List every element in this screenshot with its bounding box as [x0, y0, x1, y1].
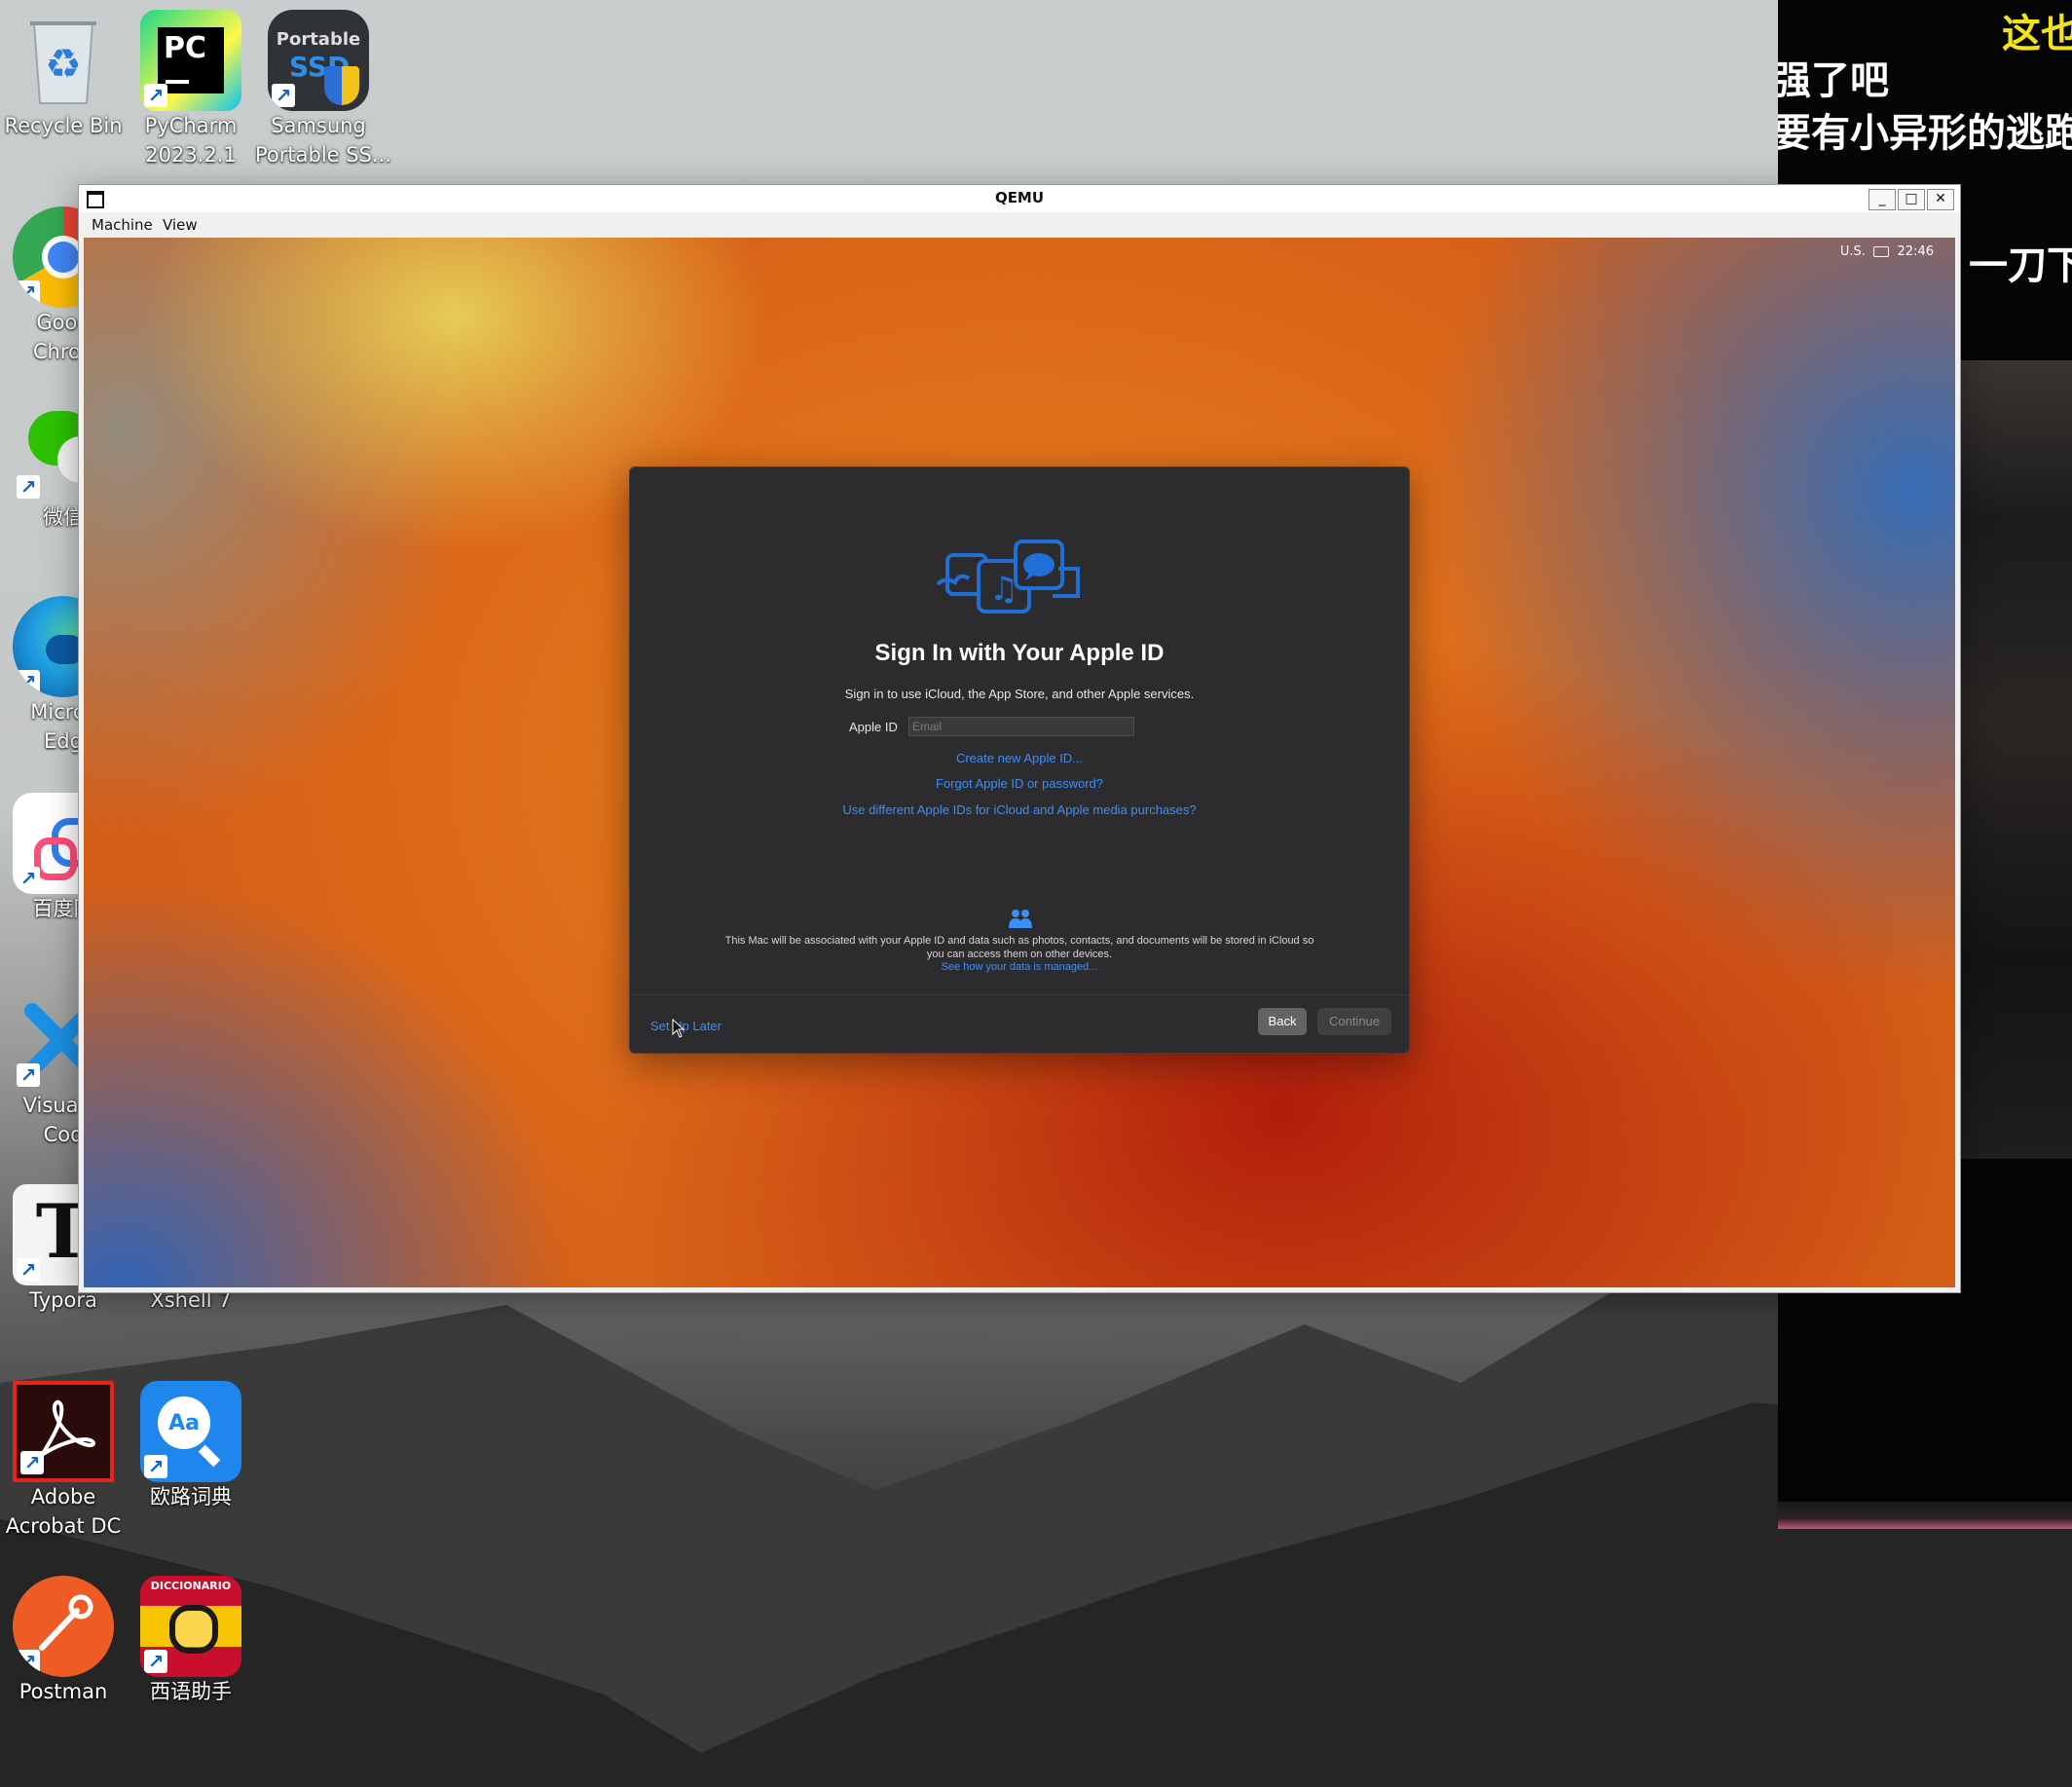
icon-label: PyCharm — [144, 114, 238, 137]
video-subtitle: 强了吧 — [1778, 58, 1889, 103]
desktop-icon-recycle-bin[interactable]: ♻ Recycle Bin — [0, 10, 127, 140]
shortcut-arrow-icon: ↗ — [17, 867, 40, 890]
window-title: QEMU — [994, 189, 1045, 206]
video-subtitle: 一刀下 — [1969, 243, 2072, 288]
privacy-people-icon — [1009, 910, 1032, 928]
icon-label: Postman — [18, 1680, 108, 1703]
video-subtitle: 这也 — [2002, 12, 2072, 56]
icon-label: Samsung — [271, 114, 366, 137]
eudic-icon: Aa ↗ — [140, 1381, 241, 1482]
icon-label: Acrobat DC — [5, 1514, 122, 1538]
see-data-managed-link[interactable]: See how your data is managed... — [630, 961, 1409, 973]
samsung-badge-top: Portable — [276, 29, 361, 50]
spanish-dict-icon: DICCIONARIO ↗ — [140, 1576, 241, 1677]
set-up-later-button[interactable]: Set Up Later — [650, 1019, 722, 1033]
pycharm-icon: PC ↗ — [140, 10, 241, 111]
keyboard-layout-label: U.S. — [1839, 244, 1866, 259]
shortcut-arrow-icon: ↗ — [17, 1258, 40, 1282]
qemu-menubar: Machine View — [79, 212, 1960, 238]
desktop-icon-postman[interactable]: ↗ Postman — [0, 1576, 127, 1706]
dialog-subtitle: Sign in to use iCloud, the App Store, an… — [844, 687, 1195, 701]
qemu-titlebar[interactable]: QEMU _ □ ✕ — [79, 185, 1960, 212]
forgot-apple-id-link[interactable]: Forgot Apple ID or password? — [630, 776, 1409, 791]
qemu-window[interactable]: QEMU _ □ ✕ Machine View U.S. 22:46 ♫ Sig… — [78, 184, 1961, 1293]
back-button[interactable]: Back — [1258, 1008, 1307, 1035]
shortcut-arrow-icon: ↗ — [17, 670, 40, 693]
apple-services-icon: ♫ — [936, 540, 1080, 614]
keyboard-layout-indicator[interactable]: U.S. — [1840, 244, 1889, 259]
dialog-title: Sign In with Your Apple ID — [874, 640, 1165, 666]
pycharm-badge: PC — [164, 31, 207, 65]
shortcut-arrow-icon: ↗ — [17, 1063, 40, 1087]
privacy-notice: This Mac will be associated with your Ap… — [724, 935, 1314, 960]
desktop-icon-acrobat[interactable]: ↗ Adobe Acrobat DC — [0, 1381, 127, 1541]
create-apple-id-link[interactable]: Create new Apple ID... — [630, 751, 1409, 765]
shortcut-arrow-icon: ↗ — [17, 280, 40, 304]
menu-machine[interactable]: Machine — [92, 216, 153, 234]
eudic-badge: Aa — [168, 1411, 200, 1435]
desktop-icon-eudic[interactable]: Aa ↗ 欧路词典 — [128, 1381, 254, 1511]
video-subtitle: 要有小异形的逃跑 — [1778, 111, 2072, 156]
desktop-icon-pycharm[interactable]: PC ↗ PyCharm 2023.2.1 — [128, 10, 254, 169]
desktop-icon-spanish-dict[interactable]: DICCIONARIO ↗ 西语助手 — [128, 1576, 254, 1706]
shortcut-arrow-icon: ↗ — [144, 84, 167, 107]
keyboard-icon — [1873, 246, 1889, 257]
apple-id-label: Apple ID — [849, 720, 898, 734]
apple-id-email-field[interactable] — [908, 717, 1134, 736]
icon-label: Recycle Bin — [4, 114, 123, 137]
close-button[interactable]: ✕ — [1927, 189, 1954, 210]
guest-screen[interactable]: U.S. 22:46 ♫ Sign In with Your Apple ID … — [84, 238, 1955, 1287]
video-frame — [1961, 360, 2072, 1159]
shortcut-arrow-icon: ↗ — [17, 475, 40, 499]
different-apple-ids-link[interactable]: Use different Apple IDs for iCloud and A… — [630, 802, 1409, 817]
apple-id-signin-dialog: ♫ Sign In with Your Apple ID Sign in to … — [629, 466, 1410, 1054]
maximize-button[interactable]: □ — [1898, 189, 1925, 210]
shortcut-arrow-icon: ↗ — [20, 1451, 44, 1474]
clock: 22:46 — [1897, 244, 1934, 259]
acrobat-icon: ↗ — [13, 1381, 114, 1482]
shortcut-arrow-icon: ↗ — [144, 1455, 167, 1478]
video-waveform — [1778, 1502, 2072, 1529]
shortcut-arrow-icon: ↗ — [144, 1650, 167, 1673]
shortcut-arrow-icon: ↗ — [272, 84, 295, 107]
desktop-icon-samsung-ssd[interactable]: Portable SSD ↗ Samsung Portable SS... — [255, 10, 391, 169]
shortcut-arrow-icon: ↗ — [17, 1650, 40, 1673]
continue-button[interactable]: Continue — [1317, 1008, 1391, 1035]
samsung-ssd-icon: Portable SSD ↗ — [268, 10, 369, 111]
icon-label: 2023.2.1 — [145, 143, 237, 167]
spanish-dict-badge: DICCIONARIO — [150, 1580, 232, 1592]
dialog-footer-divider — [630, 994, 1409, 995]
mouse-cursor-icon — [672, 1019, 685, 1038]
icon-label: 欧路词典 — [150, 1485, 232, 1508]
menu-view[interactable]: View — [163, 216, 198, 234]
icon-label: 西语助手 — [150, 1680, 232, 1703]
svg-text:♻: ♻ — [45, 40, 82, 88]
icon-label: Adobe — [30, 1485, 96, 1508]
icon-label: Portable SS... — [255, 143, 391, 167]
mountain-silhouette — [0, 1266, 2072, 1787]
postman-icon: ↗ — [13, 1576, 114, 1677]
svg-text:♫: ♫ — [989, 570, 1018, 609]
minimize-button[interactable]: _ — [1868, 189, 1896, 210]
recycle-bin-icon: ♻ — [13, 10, 114, 111]
